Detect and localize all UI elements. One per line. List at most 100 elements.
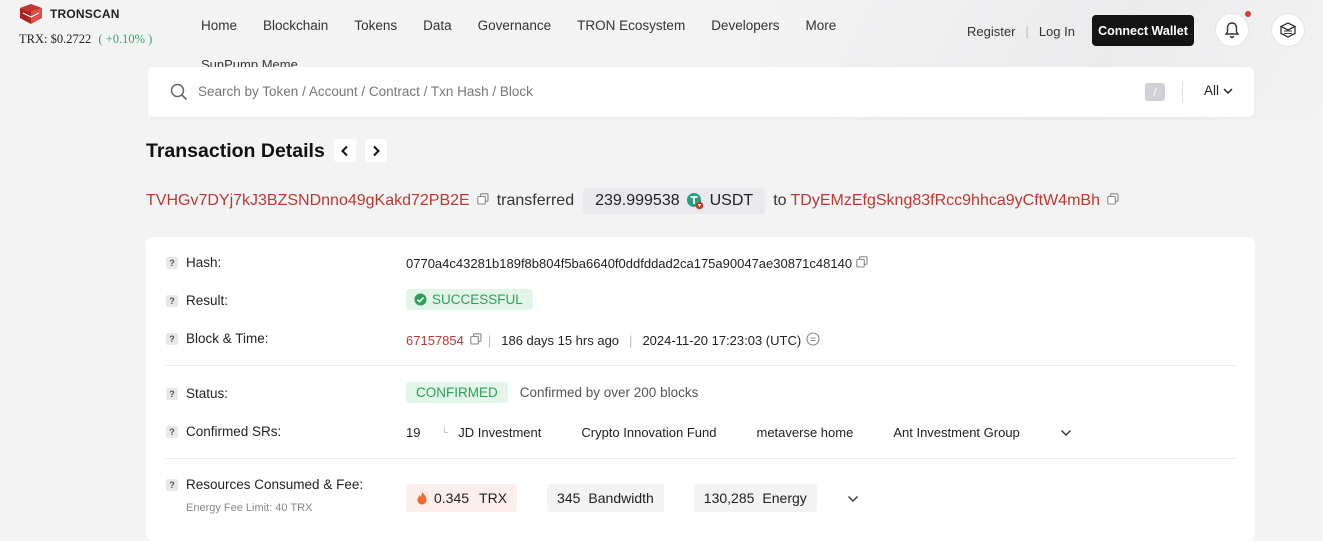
help-icon[interactable]: ? (166, 387, 178, 400)
separator: | (487, 333, 492, 348)
search-icon (170, 83, 188, 101)
result-label-row: ? Result: (166, 293, 228, 308)
hash-label-row: ? Hash: (166, 255, 221, 270)
trx-price-value: TRX: $0.2722 (19, 32, 92, 46)
sr-item[interactable]: Crypto Innovation Fund (581, 425, 716, 440)
to-address-link[interactable]: TDyEMzEfgSkng83fRcc9hhca9yCftW4mBh (791, 192, 1100, 210)
nav-blockchain[interactable]: Blockchain (263, 18, 328, 33)
hash-label: Hash: (186, 255, 222, 270)
bandwidth-unit: Bandwidth (588, 490, 654, 506)
flame-icon (417, 491, 427, 505)
block-time-label-row: ? Block & Time: (166, 331, 269, 346)
cube-icon (1279, 22, 1297, 38)
block-number-link[interactable]: 67157854 (406, 333, 464, 348)
bandwidth-box: 345 Bandwidth (547, 484, 664, 512)
status-note: Confirmed by over 200 blocks (519, 385, 699, 400)
tronscan-logo-icon (20, 4, 42, 24)
expand-srs-button[interactable] (1060, 425, 1072, 440)
theme-button[interactable] (1271, 13, 1305, 47)
hash-value-row: 0770a4c43281b189f8b804f5ba6640f0ddfddad2… (406, 256, 868, 271)
nav-tokens[interactable]: Tokens (354, 18, 397, 33)
nav-developers[interactable]: Developers (711, 18, 779, 33)
auth-separator: | (1025, 24, 1029, 39)
tronscan-logo[interactable]: TRONSCAN (18, 4, 120, 24)
copy-hash-button[interactable] (856, 256, 868, 271)
sr-item[interactable]: metaverse home (757, 425, 854, 440)
block-timestamp: 2024-11-20 17:23:03 (UTC) (642, 333, 802, 348)
expand-resources-button[interactable] (847, 491, 859, 506)
confirmed-srs-label-row: ? Confirmed SRs: (166, 424, 281, 439)
notification-dot (1245, 11, 1251, 17)
result-label: Result: (186, 293, 229, 308)
search-bar[interactable]: Search by Token / Account / Contract / T… (148, 67, 1254, 117)
search-shortcut-key: / (1145, 83, 1165, 101)
section-divider (166, 365, 1236, 366)
fee-value: 0.345 (434, 490, 470, 506)
result-value-row: SUCCESSFUL (406, 289, 533, 310)
clock-icon (806, 332, 820, 346)
search-filter-select[interactable]: All (1204, 83, 1233, 98)
block-time-value-row: 67157854 | 186 days 15 hrs ago | 2024-11… (406, 332, 820, 349)
fee-unit: TRX (479, 490, 508, 506)
notification-button[interactable] (1215, 13, 1249, 47)
confirmed-srs-label: Confirmed SRs: (186, 424, 282, 439)
status-label: Status: (186, 386, 229, 401)
status-label-row: ? Status: (166, 386, 228, 401)
block-time-label: Block & Time: (186, 331, 269, 346)
search-filter-label: All (1204, 83, 1220, 98)
copy-icon (856, 256, 868, 268)
help-icon[interactable]: ? (166, 332, 178, 345)
result-text: SUCCESSFUL (432, 292, 523, 307)
help-icon[interactable]: ? (166, 256, 178, 269)
search-input[interactable]: Search by Token / Account / Contract / T… (198, 84, 533, 99)
confirmed-srs-value-row: 19 └ JD Investment Crypto Innovation Fun… (406, 425, 1072, 440)
next-transaction-button[interactable] (365, 139, 387, 162)
previous-transaction-button[interactable] (334, 139, 356, 162)
bandwidth-value: 345 (557, 490, 581, 506)
token-symbol-link[interactable]: USDT (710, 192, 754, 210)
transfer-summary: TVHGv7DYj7kJ3BZSNDnno49gKakd72PB2E trans… (146, 187, 1127, 215)
page-title: Transaction Details (146, 140, 325, 162)
amount-badge: 239.999538 USDT (583, 188, 766, 214)
copy-from-address-button[interactable] (476, 192, 489, 210)
transaction-hash: 0770a4c43281b189f8b804f5ba6640f0ddfddad2… (406, 256, 853, 271)
energy-unit: Energy (762, 490, 807, 506)
nav-governance[interactable]: Governance (478, 18, 552, 33)
help-icon[interactable]: ? (166, 425, 178, 438)
check-circle-icon (414, 293, 427, 306)
copy-to-address-button[interactable] (1107, 192, 1119, 210)
copy-block-button[interactable] (470, 333, 482, 348)
chevron-down-icon (1060, 430, 1071, 436)
amount-value: 239.999538 (595, 192, 680, 209)
block-age: 186 days 15 hrs ago (501, 333, 620, 348)
bell-icon (1224, 22, 1240, 39)
fee-box: 0.345 TRX (406, 484, 518, 512)
brand-name: TRONSCAN (50, 7, 120, 21)
status-value-row: CONFIRMED Confirmed by over 200 blocks (406, 382, 698, 403)
nav-data[interactable]: Data (423, 18, 452, 33)
sr-item[interactable]: JD Investment (458, 425, 541, 440)
timezone-toggle[interactable] (806, 332, 820, 349)
nav-tron-ecosystem[interactable]: TRON Ecosystem (577, 18, 685, 33)
connect-wallet-button[interactable]: Connect Wallet (1092, 15, 1194, 46)
srs-count: 19 (406, 425, 421, 440)
chevron-right-icon (373, 145, 380, 156)
nav-more[interactable]: More (805, 18, 836, 33)
chevron-down-icon (1223, 87, 1233, 94)
copy-icon (470, 333, 482, 345)
copy-icon (476, 193, 489, 205)
sr-item[interactable]: Ant Investment Group (893, 425, 1019, 440)
help-icon[interactable]: ? (166, 294, 178, 307)
register-link[interactable]: Register (967, 24, 1015, 39)
transaction-details-card: ? Hash: 0770a4c43281b189f8b804f5ba6640f0… (146, 237, 1255, 541)
login-link[interactable]: Log In (1039, 24, 1075, 39)
energy-fee-limit: Energy Fee Limit: 40 TRX (186, 502, 313, 514)
chevron-left-icon (341, 145, 348, 156)
resources-label: Resources Consumed & Fee: (186, 477, 364, 492)
trx-price: TRX: $0.2722 ( +0.10% ) (19, 32, 152, 47)
from-address-link[interactable]: TVHGv7DYj7kJ3BZSNDnno49gKakd72PB2E (146, 192, 470, 210)
separator: | (629, 333, 633, 348)
help-icon[interactable]: ? (166, 478, 178, 491)
nav-home[interactable]: Home (201, 18, 237, 33)
auth-links: Register | Log In (967, 24, 1075, 39)
